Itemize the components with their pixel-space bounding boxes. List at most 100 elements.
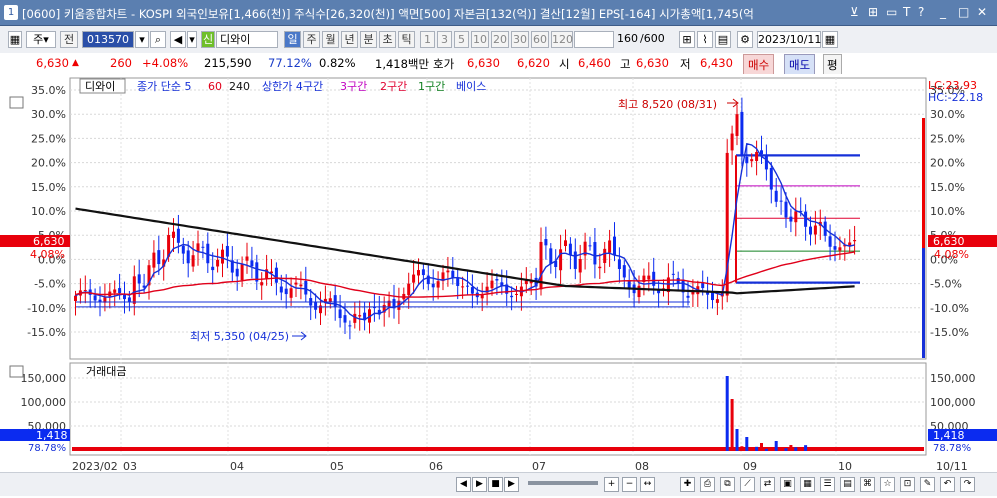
volume-pane-icon[interactable] [9,365,24,378]
sell-button[interactable]: 매도 [784,54,816,76]
candle-body [240,264,244,281]
low-price: 6,430 [700,56,733,70]
zoom-out-icon[interactable]: − [622,477,637,492]
candle-body [431,283,435,288]
speaker-icon[interactable]: ◀ [170,31,186,48]
step-5[interactable]: 5 [454,31,469,48]
market-select[interactable]: 주▾ [26,31,56,48]
left-pct-tag: 4.08% [30,248,65,261]
range-marker-up [922,118,925,248]
step-60[interactable]: 60 [531,31,549,48]
window-icon[interactable]: ▭ [886,5,897,19]
candle-body [343,315,347,323]
candlestick-chart[interactable]: 35.0% 35.0%30.0% 30.0%25.0% 25.0%20.0% 20.0%… [0,74,997,495]
period-week[interactable]: 주 [303,31,320,48]
grid-icon[interactable]: ▦ [800,477,815,492]
scroll-slider[interactable] [528,481,598,485]
menu-icon[interactable]: ▦ [8,31,22,48]
chart-icon[interactable]: ⌘ [860,477,875,492]
candle-body [544,239,548,246]
stop-icon[interactable]: ■ [488,477,503,492]
help-icon[interactable]: ? [918,5,924,19]
step-20[interactable]: 20 [491,31,509,48]
y-tick-label-left: 10.0% [31,205,66,218]
settings-icon[interactable]: ⚙ [737,31,753,48]
candle-body [152,252,156,268]
candle-body [191,255,195,267]
stock-code-input[interactable]: 013570 [82,31,134,48]
crosshair-icon[interactable]: ✚ [680,477,695,492]
minimize-icon[interactable]: _ [940,5,946,19]
candle-body [495,279,499,281]
star-icon[interactable]: ☆ [880,477,895,492]
scroll-left-icon[interactable]: ◀ [456,477,471,492]
low-annotation: 최저 5,350 (04/25) [190,330,289,343]
pane-settings-icon[interactable] [9,96,24,109]
period-second[interactable]: 초 [379,31,396,48]
zoom-in-icon[interactable]: + [604,477,619,492]
calendar-icon[interactable]: ▦ [822,31,838,48]
volume-bar [764,448,768,451]
print-icon[interactable]: ⎙ [700,477,715,492]
step-30[interactable]: 30 [511,31,529,48]
list-icon[interactable]: ☰ [820,477,835,492]
candle-body [637,285,641,298]
search-icon[interactable]: ⌕ [150,31,166,48]
candle-body [304,280,308,295]
pin-icon[interactable]: ⊞ [868,5,878,19]
dropdown-icon[interactable]: ▾ [135,31,149,48]
prev-button[interactable]: 전 [60,31,78,48]
save-icon[interactable]: ▣ [780,477,795,492]
close-icon[interactable]: ✕ [977,5,987,19]
step-120[interactable]: 120 [551,31,573,48]
candle-body [627,281,631,289]
step-10[interactable]: 10 [471,31,489,48]
zoom-reset-icon[interactable]: ↔ [640,477,655,492]
right-vol-pct: 78.78% [933,443,971,454]
maximize-icon[interactable]: □ [958,5,969,19]
scroll-right-icon[interactable]: ▶ [504,477,519,492]
date-input[interactable]: 2023/10/11 [757,31,821,48]
count-input[interactable]: 160 [616,31,638,48]
custom-step-input[interactable] [574,31,614,48]
table-icon[interactable]: ▤ [715,31,731,48]
period-day[interactable]: 일 [284,31,301,48]
candle-body [348,325,352,327]
period-tick[interactable]: 틱 [398,31,415,48]
step-3[interactable]: 3 [437,31,452,48]
chart-type-icon[interactable]: ⊞ [679,31,695,48]
candle-body [93,295,97,301]
volume-pane [69,362,927,456]
minimize-down-icon[interactable]: ⊻ [850,5,859,19]
speaker-dropdown-icon[interactable]: ▾ [187,31,197,48]
back-icon[interactable]: ↶ [940,477,955,492]
candle-body [578,259,582,273]
trend-icon[interactable]: ⟋ [740,477,755,492]
candle-body [446,270,450,273]
left-vol-pct: 78.78% [28,443,66,454]
chart-area[interactable]: 35.0% 35.0% 30.0% 30.0% 25.0% 25.0% 20.0% 20.0%… [0,74,997,495]
legend-base: 베이스 [456,80,486,93]
candle-body [853,240,857,242]
legend-name: 디와이 [85,80,115,93]
play-icon[interactable]: ▶ [472,477,487,492]
period-month[interactable]: 월 [322,31,339,48]
period-minute[interactable]: 분 [360,31,377,48]
vol-tick-label-right: 100,000 [930,396,976,409]
vol-tick-label-left: 150,000 [21,372,67,385]
buy-button[interactable]: 매수 [743,54,775,76]
candle-body [740,111,744,155]
layout-icon[interactable]: ▤ [840,477,855,492]
compare-icon[interactable]: ⇄ [760,477,775,492]
tools-icon[interactable]: ✎ [920,477,935,492]
avg-button[interactable]: 평 [823,54,842,76]
font-icon[interactable]: T [903,5,910,19]
period-year[interactable]: 년 [341,31,358,48]
legend-ma60: 60 [208,80,222,93]
step-1[interactable]: 1 [420,31,435,48]
copy-icon[interactable]: ⧉ [720,477,735,492]
lock-icon[interactable]: ⊡ [900,477,915,492]
indicator-icon[interactable]: ⌇ [697,31,713,48]
forward-icon[interactable]: ↷ [960,477,975,492]
candle-body [779,200,783,202]
